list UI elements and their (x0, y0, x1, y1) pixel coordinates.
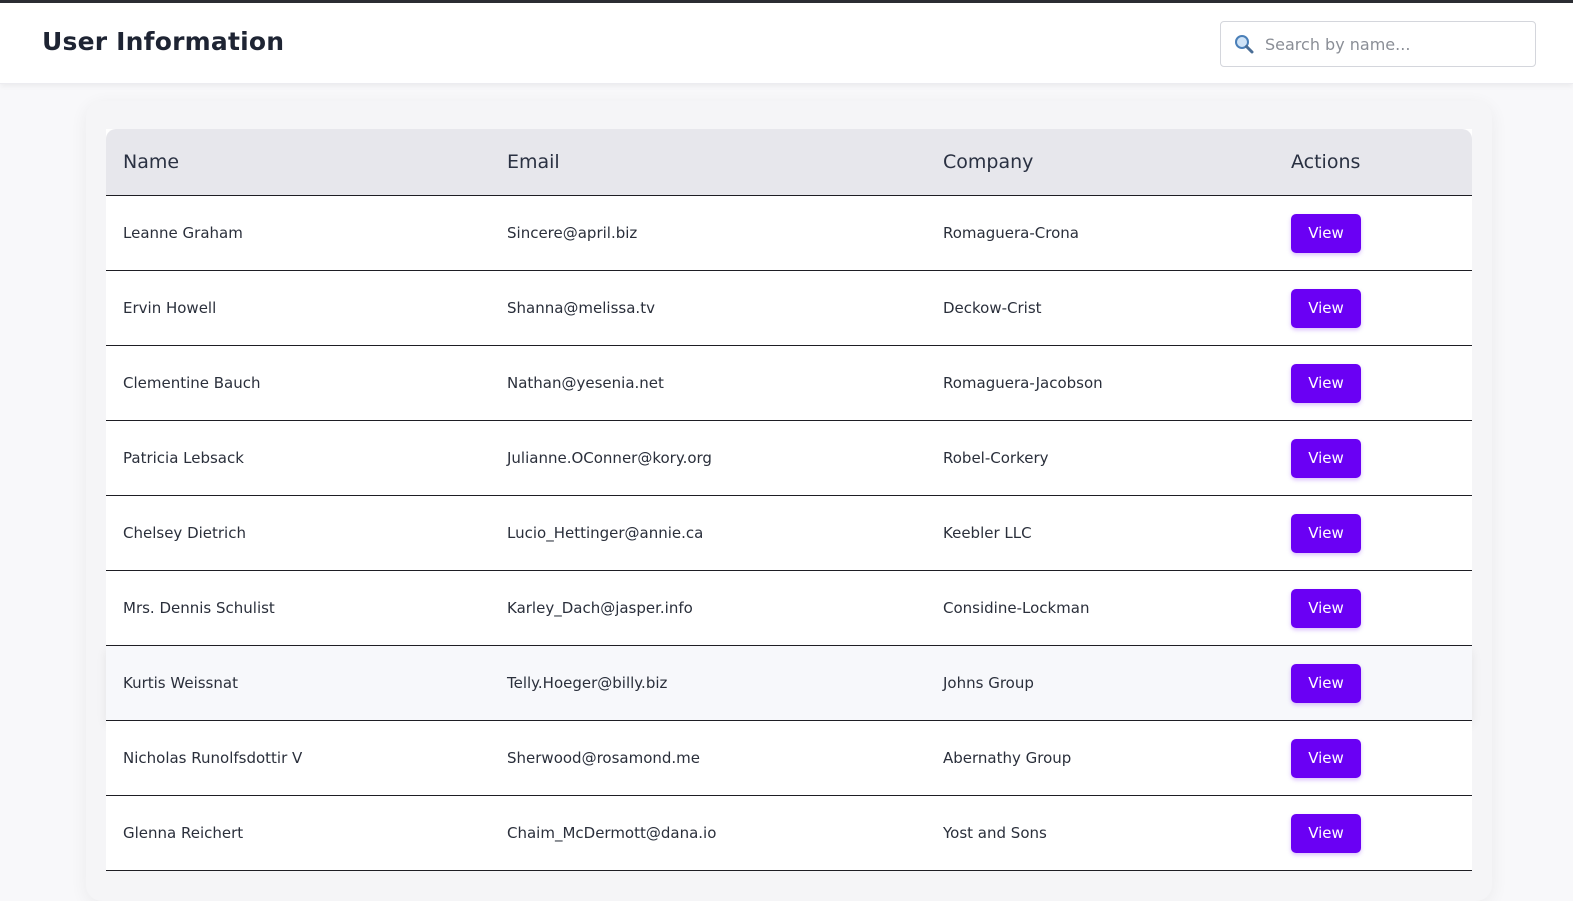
cell-actions: View (1274, 420, 1472, 496)
cell-company: Abernathy Group (926, 720, 1274, 796)
cell-email: Chaim_McDermott@dana.io (490, 795, 926, 871)
cell-name: Mrs. Dennis Schulist (106, 570, 490, 646)
table-row: Glenna Reichert Chaim_McDermott@dana.io … (106, 795, 1472, 871)
search-box[interactable] (1220, 21, 1536, 67)
cell-actions: View (1274, 570, 1472, 646)
page-title: User Information (42, 27, 285, 56)
cell-actions: View (1274, 345, 1472, 421)
cell-company: Johns Group (926, 645, 1274, 721)
table-row: Nicholas Runolfsdottir V Sherwood@rosamo… (106, 720, 1472, 796)
cell-company: Robel-Corkery (926, 420, 1274, 496)
search-icon (1234, 34, 1254, 54)
column-header-actions: Actions (1274, 129, 1472, 196)
cell-company: Yost and Sons (926, 795, 1274, 871)
cell-actions: View (1274, 495, 1472, 571)
cell-email: Telly.Hoeger@billy.biz (490, 645, 926, 721)
table-row: Leanne Graham Sincere@april.biz Romaguer… (106, 195, 1472, 271)
view-button[interactable]: View (1291, 513, 1361, 553)
view-button[interactable]: View (1291, 738, 1361, 778)
cell-actions: View (1274, 720, 1472, 796)
cell-name: Kurtis Weissnat (106, 645, 490, 721)
cell-actions: View (1274, 270, 1472, 346)
cell-name: Ervin Howell (106, 270, 490, 346)
cell-email: Julianne.OConner@kory.org (490, 420, 926, 496)
table-row: Patricia Lebsack Julianne.OConner@kory.o… (106, 420, 1472, 496)
cell-actions: View (1274, 645, 1472, 721)
cell-actions: View (1274, 195, 1472, 271)
cell-email: Lucio_Hettinger@annie.ca (490, 495, 926, 571)
cell-name: Glenna Reichert (106, 795, 490, 871)
column-header-name: Name (106, 129, 490, 196)
cell-company: Romaguera-Jacobson (926, 345, 1274, 421)
view-button[interactable]: View (1291, 588, 1361, 628)
cell-email: Sherwood@rosamond.me (490, 720, 926, 796)
view-button[interactable]: View (1291, 663, 1361, 703)
cell-company: Considine-Lockman (926, 570, 1274, 646)
table-row: Kurtis Weissnat Telly.Hoeger@billy.biz J… (106, 645, 1472, 721)
cell-company: Keebler LLC (926, 495, 1274, 571)
cell-name: Clementine Bauch (106, 345, 490, 421)
cell-email: Shanna@melissa.tv (490, 270, 926, 346)
view-button[interactable]: View (1291, 213, 1361, 253)
column-header-company: Company (926, 129, 1274, 196)
cell-name: Patricia Lebsack (106, 420, 490, 496)
cell-name: Nicholas Runolfsdottir V (106, 720, 490, 796)
top-bar: User Information (0, 0, 1573, 84)
column-header-email: Email (490, 129, 926, 196)
table-row: Clementine Bauch Nathan@yesenia.net Roma… (106, 345, 1472, 421)
cell-company: Deckow-Crist (926, 270, 1274, 346)
view-button[interactable]: View (1291, 438, 1361, 478)
cell-email: Karley_Dach@jasper.info (490, 570, 926, 646)
table-header-row: Name Email Company Actions (106, 129, 1472, 196)
view-button[interactable]: View (1291, 813, 1361, 853)
table-row: Ervin Howell Shanna@melissa.tv Deckow-Cr… (106, 270, 1472, 346)
search-input[interactable] (1265, 22, 1527, 66)
table-row: Chelsey Dietrich Lucio_Hettinger@annie.c… (106, 495, 1472, 571)
table-row: Mrs. Dennis Schulist Karley_Dach@jasper.… (106, 570, 1472, 646)
users-table: Name Email Company Actions Leanne Graham… (106, 129, 1472, 871)
cell-name: Chelsey Dietrich (106, 495, 490, 571)
cell-email: Nathan@yesenia.net (490, 345, 926, 421)
view-button[interactable]: View (1291, 363, 1361, 403)
cell-email: Sincere@april.biz (490, 195, 926, 271)
cell-actions: View (1274, 795, 1472, 871)
cell-company: Romaguera-Crona (926, 195, 1274, 271)
cell-name: Leanne Graham (106, 195, 490, 271)
view-button[interactable]: View (1291, 288, 1361, 328)
